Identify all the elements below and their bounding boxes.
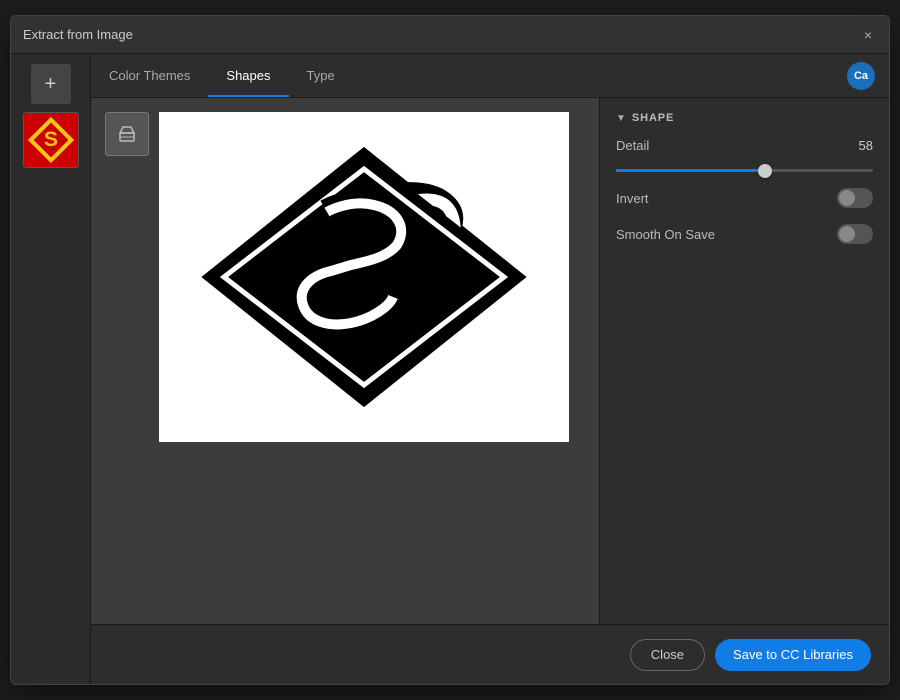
tab-color-themes[interactable]: Color Themes: [91, 54, 208, 97]
shape-section-header: ▼ SHAPE: [616, 112, 873, 124]
main-layout: + S Color Themes Shapes: [11, 54, 889, 684]
canvas-area: [91, 98, 599, 624]
smooth-on-save-label: Smooth On Save: [616, 227, 837, 242]
tab-type[interactable]: Type: [289, 54, 353, 97]
slider-fill: [616, 169, 765, 172]
shape-tool-panel: [105, 112, 149, 156]
detail-control-row: Detail 58: [616, 138, 873, 153]
eraser-tool-button[interactable]: [105, 112, 149, 156]
close-window-button[interactable]: ×: [859, 26, 877, 44]
detail-label: Detail: [616, 138, 845, 153]
footer: Close Save to CC Libraries: [91, 624, 889, 684]
tabs-bar: Color Themes Shapes Type Ca: [91, 54, 889, 98]
slider-thumb[interactable]: [758, 164, 772, 178]
titlebar: Extract from Image ×: [11, 16, 889, 54]
section-title: SHAPE: [632, 112, 674, 124]
chevron-down-icon: ▼: [616, 113, 626, 124]
right-panel: ▼ SHAPE Detail 58: [599, 98, 889, 624]
invert-toggle[interactable]: [837, 188, 873, 208]
smooth-on-save-toggle[interactable]: [837, 224, 873, 244]
body-split: ▼ SHAPE Detail 58: [91, 98, 889, 624]
invert-label: Invert: [616, 191, 837, 206]
add-image-button[interactable]: +: [31, 64, 71, 104]
detail-value: 58: [845, 138, 873, 153]
smooth-on-save-toggle-knob: [839, 226, 855, 242]
invert-toggle-knob: [839, 190, 855, 206]
canvas-image: [159, 112, 569, 442]
extract-from-image-dialog: Extract from Image × + S Colo: [10, 15, 890, 685]
tab-shapes[interactable]: Shapes: [208, 54, 288, 97]
detail-slider[interactable]: [616, 169, 873, 172]
close-button[interactable]: Close: [630, 639, 705, 671]
slider-track[interactable]: [616, 169, 873, 172]
right-panel-inner: ▼ SHAPE Detail 58: [600, 98, 889, 624]
content-area: Color Themes Shapes Type Ca: [91, 54, 889, 684]
save-to-cc-libraries-button[interactable]: Save to CC Libraries: [715, 639, 871, 671]
dialog-title: Extract from Image: [23, 27, 133, 42]
left-sidebar: + S: [11, 54, 91, 684]
image-thumbnail[interactable]: S: [23, 112, 79, 168]
invert-control-row: Invert: [616, 188, 873, 208]
svg-text:S: S: [43, 128, 57, 151]
smooth-on-save-control-row: Smooth On Save: [616, 224, 873, 244]
user-avatar-badge: Ca: [847, 62, 875, 90]
